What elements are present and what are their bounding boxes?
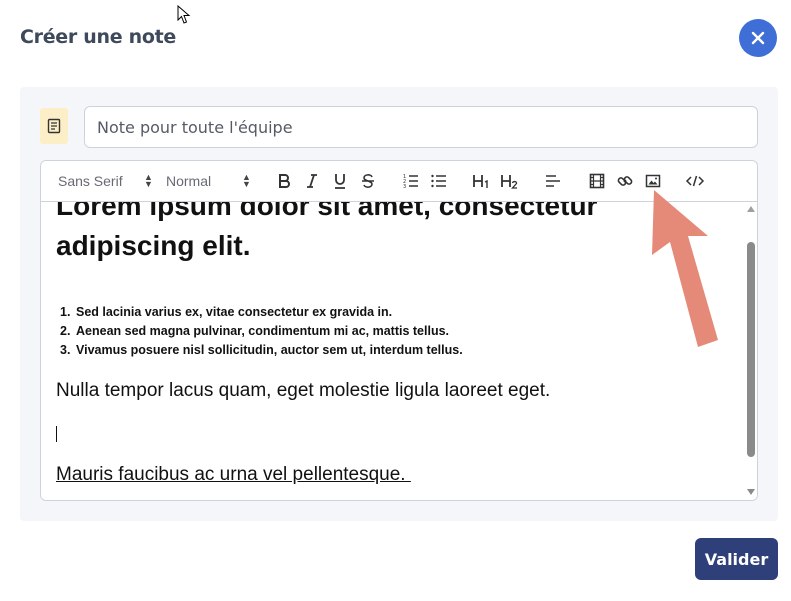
list-item-text: Sed lacinia varius ex, vitae consectetur… [76,305,393,319]
editor-scrollbar[interactable] [744,202,757,500]
italic-icon [307,174,317,188]
align-icon [546,175,560,187]
ordered-list-button[interactable]: 123 [401,169,421,193]
text-caret [56,426,57,442]
list-item-number: 3. [60,343,71,357]
dialog-title: Créer une note [20,26,176,48]
content-paragraph: Nulla tempor lacus quam, eget molestie l… [56,380,551,401]
heading-2-button[interactable] [499,169,521,193]
chevron-updown-icon: ▲ ▼ [242,172,251,189]
bold-icon [279,174,290,188]
bold-button[interactable] [275,169,293,193]
bullet-list-button[interactable] [429,169,449,193]
font-size-label: Normal [166,173,212,189]
strikethrough-icon [362,174,374,188]
chevron-updown-icon: ▲ ▼ [144,172,153,189]
font-family-picker[interactable]: Sans Serif ▲ ▼ [58,171,154,191]
code-icon [685,175,705,187]
close-button[interactable] [739,19,777,57]
image-icon [645,174,661,188]
underline-icon [335,174,345,189]
bullet-list-icon [431,174,446,188]
note-title-input[interactable] [84,106,758,148]
font-size-picker[interactable]: Normal ▲ ▼ [166,171,252,191]
scrollbar-thumb[interactable] [747,242,755,457]
content-heading-line-1: Lorem ipsum dolor sit amet, consectetur [56,202,598,221]
font-family-label: Sans Serif [58,173,123,189]
underline-button[interactable] [331,169,349,193]
heading-2-icon [501,175,518,189]
list-item-text: Aenean sed magna pulvinar, condimentum m… [76,324,450,338]
strikethrough-button[interactable] [359,169,377,193]
video-icon [589,173,605,189]
heading-1-icon [473,175,488,188]
ordered-list-icon: 123 [403,174,418,189]
list-item-text: Vivamus posuere nisl sollicitudin, aucto… [76,343,463,357]
link-button[interactable] [615,169,635,193]
link-icon [617,176,633,186]
annotation-arrow-icon [652,190,718,347]
list-item-number: 1. [60,305,71,319]
scroll-up-icon[interactable] [747,206,755,212]
mouse-cursor-icon [177,5,191,24]
content-heading-line-2: adipiscing elit. [56,230,251,261]
note-icon-box [40,108,68,144]
editor-content[interactable]: Lorem ipsum dolor sit amet, consectetur … [41,202,741,500]
list-item: 1. Sed lacinia varius ex, vitae consecte… [56,303,463,322]
note-icon [47,118,61,134]
create-note-dialog: Créer une note Sans Serif ▲▼ Normal ▲▼ [0,0,791,601]
list-item: 2. Aenean sed magna pulvinar, condimentu… [56,322,463,341]
close-icon [751,31,765,45]
svg-text:3: 3 [403,184,406,189]
video-button[interactable] [587,169,607,193]
scroll-down-icon[interactable] [747,489,755,495]
italic-button[interactable] [303,169,321,193]
ordered-list: 1. Sed lacinia varius ex, vitae consecte… [56,303,463,360]
list-item-number: 2. [60,324,71,338]
content-underlined-text: Mauris faucibus ac urna vel pellentesque… [56,464,411,485]
heading-1-button[interactable] [471,169,493,193]
align-button[interactable] [543,169,563,193]
list-item: 3. Vivamus posuere nisl sollicitudin, au… [56,341,463,360]
submit-button[interactable]: Valider [695,538,778,580]
